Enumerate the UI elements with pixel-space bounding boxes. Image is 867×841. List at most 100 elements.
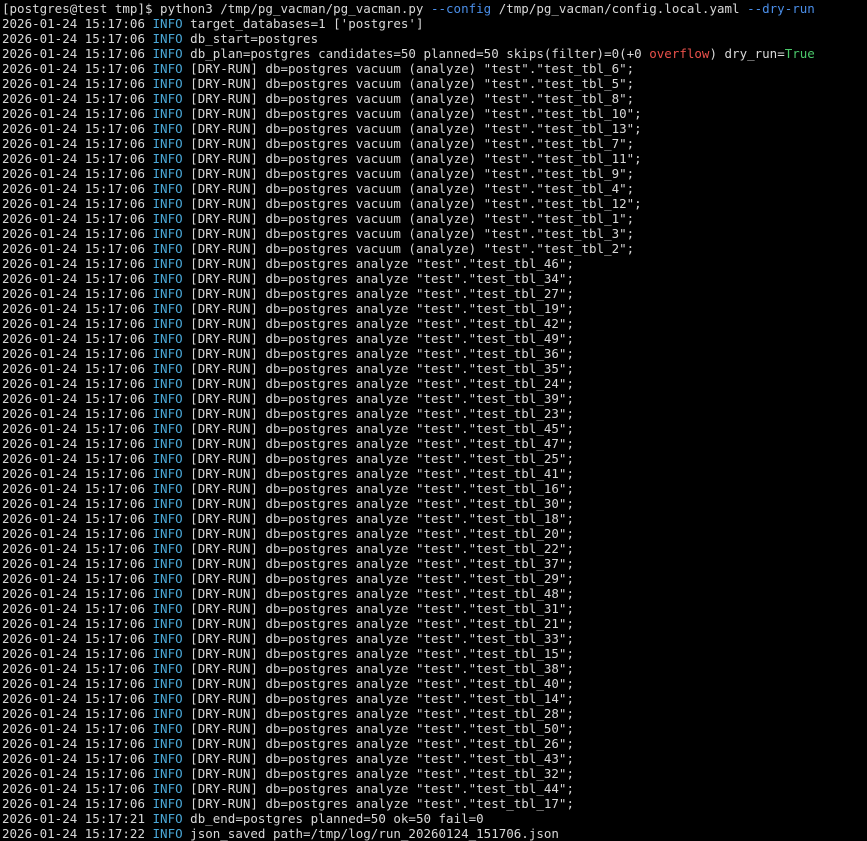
log-timestamp: 2026-01-24 15:17:06 [2, 46, 145, 61]
log-line: 2026-01-24 15:17:06 INFO [DRY-RUN] db=po… [0, 571, 867, 586]
log-level: INFO [152, 781, 183, 796]
log-timestamp: 2026-01-24 15:17:06 [2, 376, 145, 391]
log-message: [DRY-RUN] db=postgres analyze "test"."te… [190, 676, 574, 691]
log-timestamp: 2026-01-24 15:17:06 [2, 451, 145, 466]
log-level: INFO [152, 301, 183, 316]
log-timestamp: 2026-01-24 15:17:21 [2, 811, 145, 826]
log-line: 2026-01-24 15:17:06 INFO [DRY-RUN] db=po… [0, 226, 867, 241]
log-message: [DRY-RUN] db=postgres vacuum (analyze) "… [190, 136, 635, 151]
log-message-tail: ) dry_run= [709, 46, 785, 61]
log-line: 2026-01-24 15:17:06 INFO [DRY-RUN] db=po… [0, 331, 867, 346]
log-message: [DRY-RUN] db=postgres vacuum (analyze) "… [190, 196, 642, 211]
log-timestamp: 2026-01-24 15:17:06 [2, 661, 145, 676]
terminal-window[interactable]: [postgres@test tmp]$ python3 /tmp/pg_vac… [0, 0, 867, 841]
log-line: 2026-01-24 15:17:06 INFO [DRY-RUN] db=po… [0, 796, 867, 811]
log-timestamp: 2026-01-24 15:17:06 [2, 316, 145, 331]
log-line: 2026-01-24 15:17:06 INFO [DRY-RUN] db=po… [0, 436, 867, 451]
log-level: INFO [152, 91, 183, 106]
log-timestamp: 2026-01-24 15:17:06 [2, 541, 145, 556]
log-level: INFO [152, 661, 183, 676]
log-timestamp: 2026-01-24 15:17:06 [2, 151, 145, 166]
log-message: [DRY-RUN] db=postgres analyze "test"."te… [190, 736, 574, 751]
log-level: INFO [152, 241, 183, 256]
log-message: [DRY-RUN] db=postgres analyze "test"."te… [190, 616, 574, 631]
log-level: INFO [152, 181, 183, 196]
log-level: INFO [152, 751, 183, 766]
log-level: INFO [152, 136, 183, 151]
log-timestamp: 2026-01-24 15:17:06 [2, 181, 145, 196]
log-line: 2026-01-24 15:17:06 INFO [DRY-RUN] db=po… [0, 406, 867, 421]
log-line: 2026-01-24 15:17:06 INFO [DRY-RUN] db=po… [0, 556, 867, 571]
log-line: 2026-01-24 15:17:06 INFO [DRY-RUN] db=po… [0, 751, 867, 766]
log-timestamp: 2026-01-24 15:17:06 [2, 511, 145, 526]
log-level: INFO [152, 526, 183, 541]
log-line: 2026-01-24 15:17:06 INFO [DRY-RUN] db=po… [0, 706, 867, 721]
log-line: 2026-01-24 15:17:06 INFO [DRY-RUN] db=po… [0, 376, 867, 391]
log-level: INFO [152, 316, 183, 331]
log-output: 2026-01-24 15:17:06 INFO target_database… [0, 16, 867, 841]
log-message: [DRY-RUN] db=postgres vacuum (analyze) "… [190, 241, 635, 256]
log-message: [DRY-RUN] db=postgres analyze "test"."te… [190, 601, 574, 616]
shell-prompt: [postgres@test tmp]$ [2, 1, 161, 16]
log-message: [DRY-RUN] db=postgres vacuum (analyze) "… [190, 226, 635, 241]
log-line: 2026-01-24 15:17:06 INFO [DRY-RUN] db=po… [0, 91, 867, 106]
log-message: [DRY-RUN] db=postgres analyze "test"."te… [190, 721, 574, 736]
log-timestamp: 2026-01-24 15:17:06 [2, 691, 145, 706]
log-timestamp: 2026-01-24 15:17:06 [2, 346, 145, 361]
log-message: [DRY-RUN] db=postgres analyze "test"."te… [190, 331, 574, 346]
log-level: INFO [152, 76, 183, 91]
log-line: 2026-01-24 15:17:06 INFO [DRY-RUN] db=po… [0, 301, 867, 316]
log-timestamp: 2026-01-24 15:17:06 [2, 406, 145, 421]
log-level: INFO [152, 541, 183, 556]
log-timestamp: 2026-01-24 15:17:06 [2, 766, 145, 781]
log-timestamp: 2026-01-24 15:17:06 [2, 301, 145, 316]
log-line: 2026-01-24 15:17:06 INFO [DRY-RUN] db=po… [0, 496, 867, 511]
log-timestamp: 2026-01-24 15:17:06 [2, 466, 145, 481]
log-message: [DRY-RUN] db=postgres analyze "test"."te… [190, 556, 574, 571]
log-level: INFO [152, 436, 183, 451]
log-message: [DRY-RUN] db=postgres vacuum (analyze) "… [190, 106, 642, 121]
log-message: [DRY-RUN] db=postgres analyze "test"."te… [190, 526, 574, 541]
log-level: INFO [152, 766, 183, 781]
log-timestamp: 2026-01-24 15:17:06 [2, 106, 145, 121]
log-level: INFO [152, 121, 183, 136]
log-timestamp: 2026-01-24 15:17:06 [2, 586, 145, 601]
log-level: INFO [152, 481, 183, 496]
log-line: 2026-01-24 15:17:06 INFO [DRY-RUN] db=po… [0, 391, 867, 406]
log-level: INFO [152, 211, 183, 226]
log-message: [DRY-RUN] db=postgres analyze "test"."te… [190, 586, 574, 601]
log-level: INFO [152, 586, 183, 601]
log-timestamp: 2026-01-24 15:17:06 [2, 736, 145, 751]
log-level: INFO [152, 106, 183, 121]
log-timestamp: 2026-01-24 15:17:06 [2, 226, 145, 241]
log-line: 2026-01-24 15:17:06 INFO [DRY-RUN] db=po… [0, 166, 867, 181]
log-message: [DRY-RUN] db=postgres analyze "test"."te… [190, 346, 574, 361]
log-level: INFO [152, 511, 183, 526]
log-timestamp: 2026-01-24 15:17:06 [2, 361, 145, 376]
log-level: INFO [152, 496, 183, 511]
log-line: 2026-01-24 15:17:06 INFO [DRY-RUN] db=po… [0, 466, 867, 481]
log-level: INFO [152, 466, 183, 481]
log-timestamp: 2026-01-24 15:17:06 [2, 796, 145, 811]
log-timestamp: 2026-01-24 15:17:06 [2, 631, 145, 646]
log-message: [DRY-RUN] db=postgres analyze "test"."te… [190, 436, 574, 451]
log-message: [DRY-RUN] db=postgres analyze "test"."te… [190, 361, 574, 376]
log-timestamp: 2026-01-24 15:17:06 [2, 61, 145, 76]
log-timestamp: 2026-01-24 15:17:06 [2, 271, 145, 286]
log-message: [DRY-RUN] db=postgres analyze "test"."te… [190, 541, 574, 556]
log-message: [DRY-RUN] db=postgres analyze "test"."te… [190, 796, 574, 811]
log-timestamp: 2026-01-24 15:17:06 [2, 721, 145, 736]
log-line: 2026-01-24 15:17:06 INFO [DRY-RUN] db=po… [0, 631, 867, 646]
log-timestamp: 2026-01-24 15:17:06 [2, 496, 145, 511]
log-line: 2026-01-24 15:17:06 INFO [DRY-RUN] db=po… [0, 781, 867, 796]
log-level: INFO [152, 256, 183, 271]
log-message: [DRY-RUN] db=postgres vacuum (analyze) "… [190, 151, 642, 166]
log-level: INFO [152, 331, 183, 346]
log-timestamp: 2026-01-24 15:17:06 [2, 331, 145, 346]
log-level: INFO [152, 631, 183, 646]
log-level: INFO [152, 166, 183, 181]
log-line: 2026-01-24 15:17:06 INFO [DRY-RUN] db=po… [0, 136, 867, 151]
log-line: 2026-01-24 15:17:06 INFO [DRY-RUN] db=po… [0, 241, 867, 256]
log-level: INFO [152, 226, 183, 241]
log-timestamp: 2026-01-24 15:17:06 [2, 136, 145, 151]
